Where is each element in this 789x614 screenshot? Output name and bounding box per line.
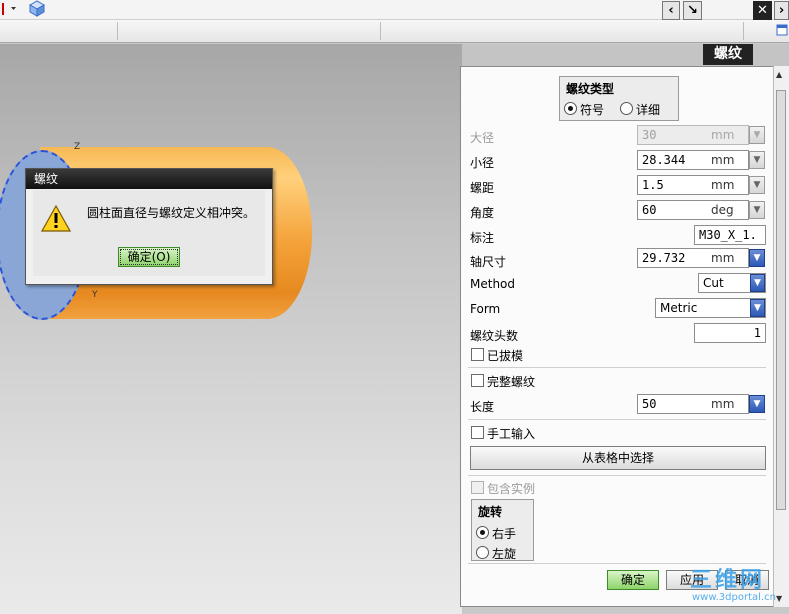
full-thread-checkbox[interactable] xyxy=(471,374,484,387)
manual-input-label: 手工输入 xyxy=(487,427,536,441)
watermark-logo: 三维网 xyxy=(690,568,766,593)
panel-close-button[interactable]: ✕ xyxy=(753,1,772,20)
graphics-viewport[interactable]: Z Y xyxy=(0,44,462,614)
chevron-right-icon: › xyxy=(778,3,785,18)
axis-z-label: Z xyxy=(74,142,81,152)
section-divider xyxy=(468,367,766,368)
method-dropdown-arrow-icon[interactable]: ▼ xyxy=(750,274,765,292)
callout-label: 标注 xyxy=(470,231,495,245)
radio-right-hand-label: 右手 xyxy=(492,527,517,541)
full-thread-label: 完整螺纹 xyxy=(487,375,536,389)
scrollbar-thumb[interactable] xyxy=(776,90,786,510)
pitch-spin[interactable]: ▼ xyxy=(749,176,765,194)
rotation-label: 旋转 xyxy=(478,505,503,519)
form-label: Form xyxy=(470,302,501,316)
radio-right-hand[interactable] xyxy=(476,526,489,539)
toolbar-divider xyxy=(380,22,381,40)
minor-diameter-unit: mm xyxy=(711,153,735,167)
radio-left-hand[interactable] xyxy=(476,546,489,559)
length-unit: mm xyxy=(711,397,735,411)
ok-button[interactable]: 确定 xyxy=(607,570,659,590)
manual-input-checkbox[interactable] xyxy=(471,426,484,439)
radio-detailed-label: 详细 xyxy=(636,103,661,117)
include-instances-label: 包含实例 xyxy=(487,482,536,496)
shaft-size-label: 轴尺寸 xyxy=(470,255,507,269)
tapered-checkbox[interactable] xyxy=(471,348,484,361)
toolbar-divider xyxy=(117,22,118,40)
chevron-left-icon: ‹ xyxy=(668,3,674,18)
scroll-up-arrow-icon[interactable]: ▲ xyxy=(776,70,782,79)
warning-icon xyxy=(41,205,71,232)
window-restore-icon[interactable] xyxy=(776,24,788,36)
pitch-unit: mm xyxy=(711,178,735,192)
major-diameter-label: 大径 xyxy=(470,131,495,145)
length-label: 长度 xyxy=(470,400,495,414)
major-diameter-spin[interactable]: ▼ xyxy=(749,126,765,144)
section-divider xyxy=(468,419,766,420)
angle-spin[interactable]: ▼ xyxy=(749,201,765,219)
section-divider xyxy=(468,475,766,476)
form-dropdown-arrow-icon[interactable]: ▼ xyxy=(750,299,765,317)
radio-symbolic-label: 符号 xyxy=(580,103,605,117)
watermark-url: www.3dportal.cn xyxy=(692,592,776,603)
radio-left-hand-label: 左旋 xyxy=(492,547,517,561)
shaft-size-unit: mm xyxy=(711,251,735,265)
cube-icon[interactable] xyxy=(28,0,46,17)
radio-symbolic[interactable] xyxy=(564,102,577,115)
major-diameter-unit: mm xyxy=(711,128,735,142)
panel-reset-button[interactable]: ↘ xyxy=(683,1,702,20)
radio-detailed[interactable] xyxy=(620,102,633,115)
panel-title: 螺纹 xyxy=(703,44,753,65)
dialog-ok-button[interactable]: 确定(O) xyxy=(118,247,180,267)
panel-back-button[interactable]: ‹ xyxy=(662,1,680,20)
panel-scroll-right-button[interactable]: › xyxy=(774,1,789,20)
shaft-size-spin[interactable]: ▼ xyxy=(749,249,765,267)
angle-unit: deg xyxy=(711,203,734,217)
length-spin[interactable]: ▼ xyxy=(749,395,765,413)
choose-from-table-button[interactable]: 从表格中选择 xyxy=(470,446,766,470)
minor-diameter-spin[interactable]: ▼ xyxy=(749,151,765,169)
pitch-label: 螺距 xyxy=(470,181,495,195)
starts-label: 螺纹头数 xyxy=(470,329,519,343)
minor-diameter-label: 小径 xyxy=(470,156,495,170)
method-label: Method xyxy=(470,277,516,291)
scroll-down-arrow-icon[interactable]: ▼ xyxy=(776,594,782,603)
toolbar-tool-icon[interactable] xyxy=(0,1,18,17)
secondary-toolbar xyxy=(0,20,789,43)
callout-field[interactable]: M30_X_1. xyxy=(694,225,766,245)
dialog-title: 螺纹 xyxy=(26,169,272,189)
thread-type-label: 螺纹类型 xyxy=(566,82,615,96)
include-instances-checkbox[interactable] xyxy=(471,481,484,494)
close-icon: ✕ xyxy=(757,3,768,18)
axis-y-label: Y xyxy=(92,290,98,300)
angle-label: 角度 xyxy=(470,206,495,220)
toolbar-divider xyxy=(743,22,744,40)
tapered-label: 已拔模 xyxy=(487,349,524,363)
dialog-message: 圆柱面直径与螺纹定义相冲突。 xyxy=(87,206,256,220)
arrow-reset-icon: ↘ xyxy=(687,3,698,18)
starts-field[interactable]: 1 xyxy=(694,323,766,343)
